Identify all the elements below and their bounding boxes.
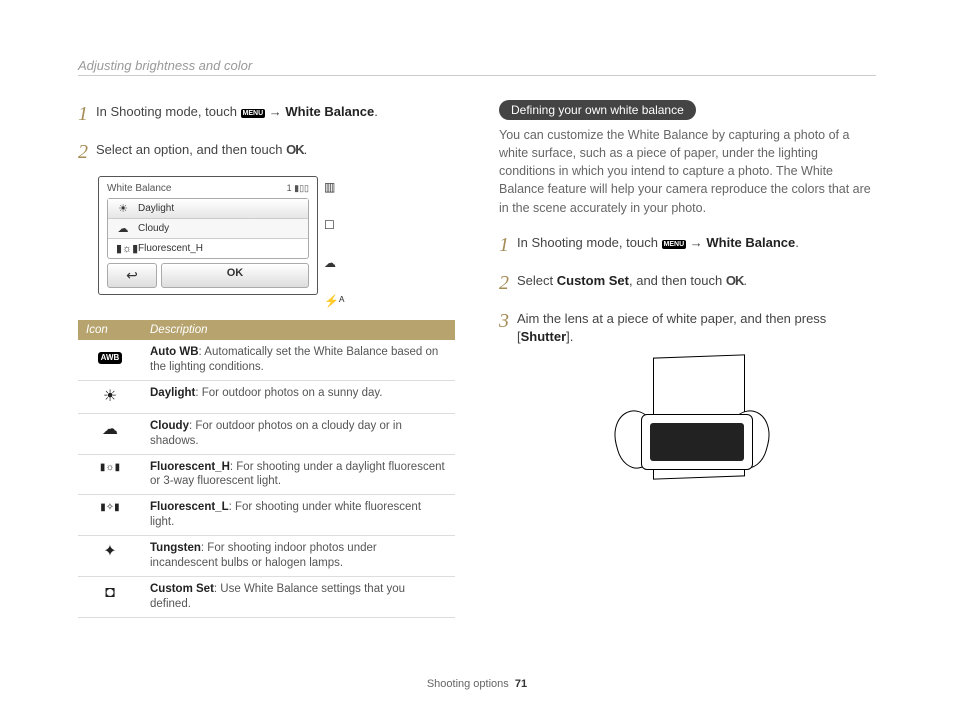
wb-description-table: Icon Description AWBAuto WB: Automatical… xyxy=(78,320,455,618)
text: . xyxy=(743,273,747,288)
ok-button[interactable]: OK xyxy=(161,263,309,288)
shutter-label: Shutter xyxy=(521,329,567,344)
wb-list: ☀ Daylight ☁ Cloudy ▮☼▮ Fluorescent_H xyxy=(107,198,309,259)
battery-icon: ▥ xyxy=(324,180,344,194)
step-number: 1 xyxy=(78,100,96,128)
table-row: ◘Custom Set: Use White Balance settings … xyxy=(78,577,455,618)
columns: 1 In Shooting mode, touch MENU → White B… xyxy=(78,100,876,660)
table-row: ▮✧▮Fluorescent_L: For shooting under whi… xyxy=(78,495,455,536)
row-title: Fluorescent_H xyxy=(150,461,230,473)
hands-camera-illustration xyxy=(583,356,793,506)
text: . xyxy=(374,104,378,119)
row-title: Daylight xyxy=(150,387,195,399)
page-footer: Shooting options 71 xyxy=(0,678,954,690)
custom-set-label: Custom Set xyxy=(557,273,629,288)
back-button[interactable]: ↩ xyxy=(107,263,157,288)
text: In Shooting mode, touch xyxy=(517,235,662,250)
wb-item-cloudy[interactable]: ☁ Cloudy xyxy=(108,218,308,238)
text: ]. xyxy=(566,329,573,344)
r-step-1: 1 In Shooting mode, touch MENU → White B… xyxy=(499,231,876,259)
section-pill: Defining your own white balance xyxy=(499,100,696,120)
ok-icon: OK xyxy=(726,273,744,288)
step-number: 1 xyxy=(499,231,517,259)
step-1: 1 In Shooting mode, touch MENU → White B… xyxy=(78,100,455,128)
step-number: 3 xyxy=(499,307,517,346)
daylight-icon: ☀ xyxy=(78,380,142,413)
table-row: AWBAuto WB: Automatically set the White … xyxy=(78,340,455,380)
setting-icon: ☐ xyxy=(324,218,344,232)
daylight-icon: ☀ xyxy=(116,202,130,215)
wb-label: White Balance xyxy=(706,235,795,250)
cloudy-icon: ☁ xyxy=(116,222,130,235)
wb-item-daylight[interactable]: ☀ Daylight xyxy=(108,199,308,218)
wb-titlebar: White Balance 1 ▮▯▯ xyxy=(103,181,313,196)
arrow-icon: → xyxy=(265,104,285,119)
awb-icon: AWB xyxy=(98,352,123,364)
row-title: Fluorescent_L xyxy=(150,501,229,513)
footer-section: Shooting options xyxy=(427,678,509,690)
table-header-row: Icon Description xyxy=(78,320,455,340)
row-title: Custom Set xyxy=(150,583,214,595)
wb-item-label: Daylight xyxy=(138,203,174,214)
wb-title-text: White Balance xyxy=(107,183,171,194)
row-desc: : For outdoor photos on a sunny day. xyxy=(195,387,382,399)
wb-button-row: ↩ OK xyxy=(107,263,309,288)
left-column: 1 In Shooting mode, touch MENU → White B… xyxy=(78,100,455,660)
text: . xyxy=(795,235,799,250)
page-header: Adjusting brightness and color xyxy=(78,58,876,76)
wb-count: 1 ▮▯▯ xyxy=(287,183,309,194)
step-2: 2 Select an option, and then touch OK. xyxy=(78,138,455,166)
ok-icon: OK xyxy=(286,142,304,157)
text: Select xyxy=(517,273,557,288)
table-row: ▮☼▮Fluorescent_H: For shooting under a d… xyxy=(78,454,455,495)
fluorescent-icon: ▮☼▮ xyxy=(116,242,130,255)
wb-item-fluorescent-h[interactable]: ▮☼▮ Fluorescent_H xyxy=(108,238,308,258)
intro-paragraph: You can customize the White Balance by c… xyxy=(499,126,876,217)
tungsten-icon: ✦ xyxy=(78,536,142,577)
row-title: Cloudy xyxy=(150,420,189,432)
page-number: 71 xyxy=(515,678,527,690)
r-step-2: 2 Select Custom Set, and then touch OK. xyxy=(499,269,876,297)
th-desc: Description xyxy=(142,320,455,340)
custom-set-icon: ◘ xyxy=(78,577,142,618)
step-number: 2 xyxy=(499,269,517,297)
fluorescent-l-icon: ▮✧▮ xyxy=(78,495,142,536)
arrow-icon: → xyxy=(686,235,706,250)
wb-screen-wrap: White Balance 1 ▮▯▯ ☀ Daylight ☁ Cloudy ▮☼… xyxy=(98,176,455,308)
table-row: ✦Tungsten: For shooting indoor photos un… xyxy=(78,536,455,577)
text: . xyxy=(304,142,308,157)
th-icon: Icon xyxy=(78,320,142,340)
fluorescent-h-icon: ▮☼▮ xyxy=(78,454,142,495)
wb-screen: White Balance 1 ▮▯▯ ☀ Daylight ☁ Cloudy ▮☼… xyxy=(98,176,318,295)
menu-icon: MENU xyxy=(662,240,687,249)
cloudy-icon: ☁ xyxy=(78,413,142,454)
text: In Shooting mode, touch xyxy=(96,104,241,119)
manual-page: Adjusting brightness and color 1 In Shoo… xyxy=(0,0,954,720)
right-column: Defining your own white balance You can … xyxy=(499,100,876,660)
table-row: ☁Cloudy: For outdoor photos on a cloudy … xyxy=(78,413,455,454)
table-row: ☀ Daylight: For outdoor photos on a sunny… xyxy=(78,380,455,413)
side-icon-strip: ▥ ☐ ☁ ⚡ᴬ xyxy=(324,176,344,308)
row-title: Auto WB xyxy=(150,346,199,358)
wb-item-label: Cloudy xyxy=(138,223,169,234)
cloud-icon: ☁ xyxy=(324,256,344,270)
step-number: 2 xyxy=(78,138,96,166)
wb-label: White Balance xyxy=(285,104,374,119)
row-title: Tungsten xyxy=(150,542,201,554)
r-step-3: 3 Aim the lens at a piece of white paper… xyxy=(499,307,876,346)
text: Select an option, and then touch xyxy=(96,142,286,157)
wb-item-label: Fluorescent_H xyxy=(138,243,203,254)
menu-icon: MENU xyxy=(241,109,266,118)
camera-shape xyxy=(641,414,753,470)
flash-icon: ⚡ᴬ xyxy=(324,294,344,308)
text: , and then touch xyxy=(629,273,726,288)
